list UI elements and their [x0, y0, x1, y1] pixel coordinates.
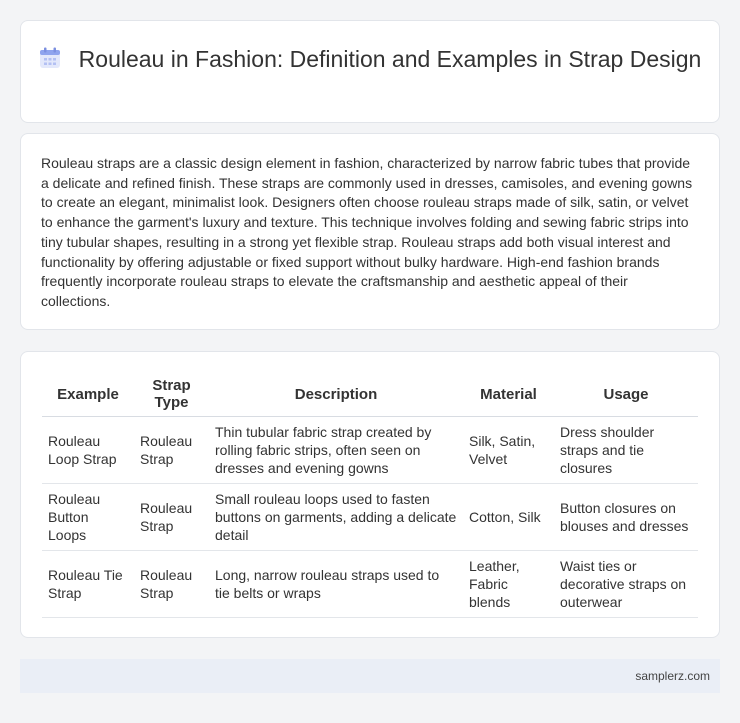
- intro-paragraph: Rouleau straps are a classic design elem…: [41, 155, 693, 309]
- table-card: Example Strap Type Description Material …: [20, 351, 720, 638]
- footer-site-link[interactable]: samplerz.com: [635, 669, 710, 683]
- cell-usage: Dress shoulder straps and tie closures: [554, 416, 698, 484]
- footer-bar: samplerz.com: [20, 659, 720, 693]
- table-row: Rouleau Loop Strap Rouleau Strap Thin tu…: [42, 416, 698, 484]
- page-title: Rouleau in Fashion: Definition and Examp…: [78, 46, 702, 72]
- header-usage: Usage: [554, 373, 698, 417]
- cell-usage: Waist ties or decorative straps on outer…: [554, 550, 698, 618]
- cell-description: Thin tubular fabric strap created by rol…: [209, 416, 463, 484]
- cell-material: Leather, Fabric blends: [463, 550, 554, 618]
- cell-description: Long, narrow rouleau straps used to tie …: [209, 550, 463, 618]
- cell-strap-type: Rouleau Strap: [134, 416, 209, 484]
- header-strap-type: Strap Type: [134, 373, 209, 417]
- cell-description: Small rouleau loops used to fasten butto…: [209, 483, 463, 551]
- table-row: Rouleau Tie Strap Rouleau Strap Long, na…: [42, 550, 698, 618]
- cell-material: Silk, Satin, Velvet: [463, 416, 554, 484]
- rouleau-table: Example Strap Type Description Material …: [42, 373, 698, 618]
- page-title-wrap: Rouleau in Fashion: Definition and Examp…: [21, 45, 719, 74]
- header-description: Description: [209, 373, 463, 417]
- cell-material: Cotton, Silk: [463, 483, 554, 551]
- calendar-icon: [39, 47, 60, 68]
- cell-usage: Button closures on blouses and dresses: [554, 483, 698, 551]
- table-header-row: Example Strap Type Description Material …: [42, 373, 698, 417]
- intro-card: Rouleau straps are a classic design elem…: [20, 133, 720, 330]
- cell-strap-type: Rouleau Strap: [134, 550, 209, 618]
- header-material: Material: [463, 373, 554, 417]
- table-row: Rouleau Button Loops Rouleau Strap Small…: [42, 483, 698, 551]
- cell-strap-type: Rouleau Strap: [134, 483, 209, 551]
- cell-example: Rouleau Loop Strap: [42, 416, 134, 484]
- cell-example: Rouleau Button Loops: [42, 483, 134, 551]
- title-card: Rouleau in Fashion: Definition and Examp…: [20, 20, 720, 123]
- cell-example: Rouleau Tie Strap: [42, 550, 134, 618]
- header-example: Example: [42, 373, 134, 417]
